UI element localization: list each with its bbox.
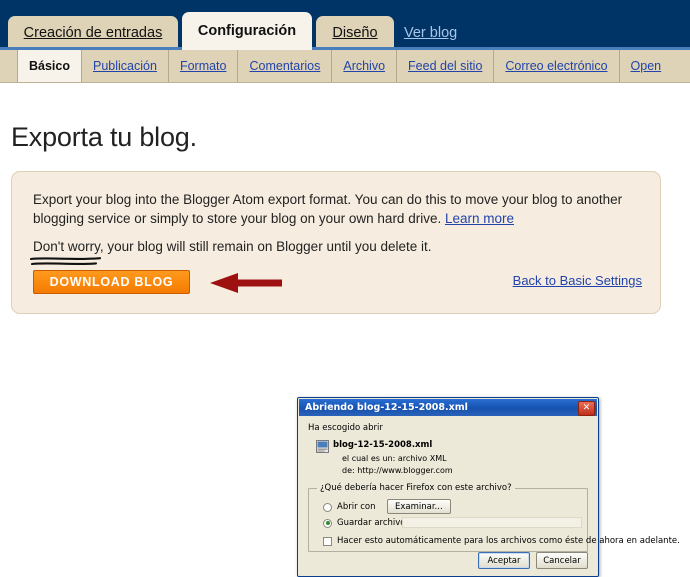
radio-save-file-indicator (323, 518, 332, 528)
tab-creacion-de-entradas[interactable]: Creación de entradas (8, 16, 178, 50)
export-description-paragraph: Export your blog into the Blogger Atom e… (33, 190, 633, 228)
subtab-formato[interactable]: Formato (167, 50, 238, 82)
cancel-button[interactable]: Cancelar (536, 552, 588, 569)
dialog-title-bar: Abriendo blog-12-15-2008.xml ✕ (299, 399, 597, 416)
dialog-file-name: blog-12-15-2008.xml (333, 440, 433, 450)
close-icon[interactable]: ✕ (578, 400, 595, 416)
subtab-correo-electronico[interactable]: Correo electrónico (493, 50, 618, 82)
xml-file-icon (316, 440, 329, 453)
subtab-feed-del-sitio[interactable]: Feed del sitio (396, 50, 493, 82)
subtab-basico[interactable]: Básico (17, 50, 81, 82)
radio-open-with-indicator (323, 502, 332, 512)
subtab-publicacion-label: Publicación (93, 59, 157, 73)
subtab-comentarios[interactable]: Comentarios (237, 50, 331, 82)
browse-button-label: Examinar... (395, 501, 443, 512)
export-blog-panel: Export your blog into the Blogger Atom e… (11, 171, 661, 314)
checkbox-do-this-automatically-label: Hacer esto automáticamente para los arch… (337, 536, 680, 546)
accept-button-label: Aceptar (487, 555, 521, 566)
handdrawn-underline-annotation (30, 257, 102, 266)
dialog-file-type: el cual es un: archivo XML (342, 454, 447, 463)
checkbox-do-this-automatically-indicator (323, 536, 332, 546)
main-content-area: Exporta tu blog. Export your blog into t… (0, 83, 690, 577)
learn-more-link[interactable]: Learn more (445, 211, 514, 226)
checkbox-do-this-automatically[interactable]: Hacer esto automáticamente para los arch… (323, 536, 680, 546)
subtab-bar-spacer (0, 50, 17, 82)
radio-open-with-label: Abrir con (337, 502, 376, 512)
tab-creacion-de-entradas-label: Creación de entradas (23, 25, 163, 41)
dialog-button-row: Aceptar Cancelar (478, 552, 588, 569)
save-file-disabled-field (402, 517, 582, 528)
subtab-basico-label: Básico (29, 59, 70, 73)
page-title: Exporta tu blog. (11, 122, 197, 152)
download-blog-button-label: DOWNLOAD BLOG (49, 275, 174, 289)
dialog-file-source: de: http://www.blogger.com (342, 466, 453, 475)
subtab-open-label: Open (630, 59, 662, 73)
export-description-text: Export your blog into the Blogger Atom e… (33, 192, 623, 226)
subtab-open[interactable]: Open (618, 50, 673, 82)
download-blog-button[interactable]: DOWNLOAD BLOG (33, 270, 190, 294)
radio-save-file[interactable]: Guardar archivo (323, 518, 406, 528)
subtab-archivo-label: Archivo (343, 59, 386, 73)
top-nav-tabs: Creación de entradas Configuración Diseñ… (0, 0, 690, 50)
dialog-body: Ha escogido abrir blog-12-15-2008.xml el… (299, 416, 680, 576)
browse-button[interactable]: Examinar... (387, 499, 451, 514)
subtab-correo-electronico-label: Correo electrónico (505, 59, 608, 73)
tab-diseno[interactable]: Diseño (316, 16, 394, 50)
subtab-publicacion[interactable]: Publicación (81, 50, 168, 82)
radio-open-with[interactable]: Abrir con (323, 502, 376, 512)
accept-button[interactable]: Aceptar (478, 552, 530, 569)
dialog-intro-text: Ha escogido abrir (308, 423, 383, 433)
firefox-download-dialog: Abriendo blog-12-15-2008.xml ✕ Ha escogi… (297, 397, 680, 577)
cancel-button-label: Cancelar (543, 555, 581, 566)
top-navigation-bar: Creación de entradas Configuración Diseñ… (0, 0, 690, 50)
dialog-title: Abriendo blog-12-15-2008.xml (305, 402, 468, 413)
subtab-comentarios-label: Comentarios (249, 59, 321, 73)
settings-subtab-bar: Básico Publicación Formato Comentarios A… (0, 50, 690, 83)
tab-diseno-label: Diseño (332, 25, 378, 41)
subtab-formato-label: Formato (179, 59, 227, 73)
back-to-basic-settings-link[interactable]: Back to Basic Settings (513, 273, 642, 288)
tab-configuracion-label: Configuración (197, 23, 297, 39)
dialog-question-label: ¿Qué debería hacer Firefox con este arch… (317, 483, 515, 493)
radio-save-file-label: Guardar archivo (337, 518, 406, 528)
tab-configuracion[interactable]: Configuración (182, 12, 312, 50)
view-blog-link[interactable]: Ver blog (404, 25, 457, 41)
reassurance-text: Don't worry, your blog will still remain… (33, 239, 432, 254)
dialog-action-groupbox: ¿Qué debería hacer Firefox con este arch… (308, 483, 680, 552)
subtab-feed-del-sitio-label: Feed del sitio (408, 59, 483, 73)
subtab-archivo[interactable]: Archivo (331, 50, 396, 82)
handdrawn-arrow-annotation (210, 273, 282, 293)
